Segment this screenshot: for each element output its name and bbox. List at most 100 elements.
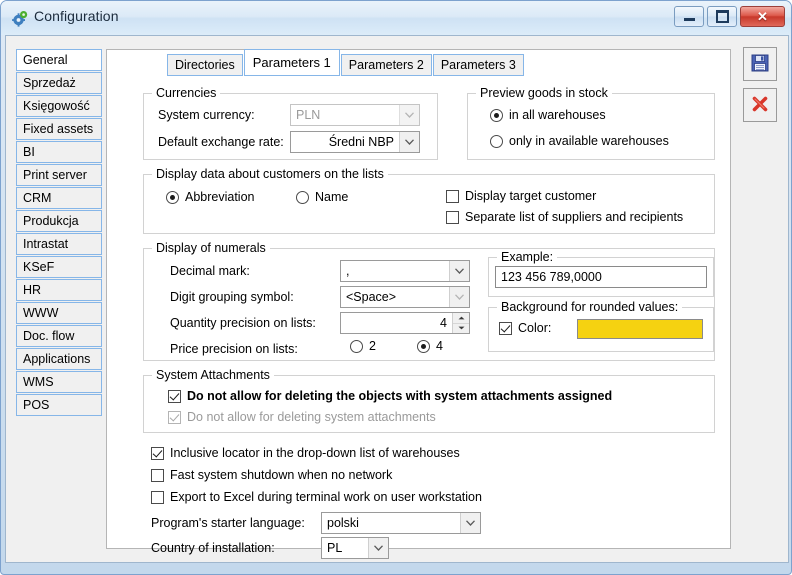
example-value: 123 456 789,0000	[495, 266, 707, 288]
checkbox-fast-shutdown[interactable]: Fast system shutdown when no network	[151, 468, 392, 482]
checkbox-display-target-customer[interactable]: Display target customer	[446, 189, 596, 203]
price-precision-label: Price precision on lists:	[170, 342, 298, 356]
decimal-mark-combo[interactable]: ,	[340, 260, 470, 282]
sidebar-item-www[interactable]: WWW	[16, 302, 102, 324]
radio-available-warehouses[interactable]: only in available warehouses	[490, 134, 669, 148]
tab-content-panel: Directories Parameters 1 Parameters 2 Pa…	[106, 48, 731, 559]
quantity-precision-stepper[interactable]: 4	[340, 312, 470, 334]
radio-icon	[350, 339, 363, 353]
close-button[interactable]: ✕	[740, 6, 785, 27]
checkbox-icon	[151, 468, 164, 482]
sidebar: General Sprzedaż Księgowość Fixed assets…	[16, 49, 102, 417]
sidebar-item-produkcja[interactable]: Produkcja	[16, 210, 102, 232]
system-attachments-legend: System Attachments	[152, 368, 274, 382]
chevron-down-icon	[368, 538, 388, 558]
stepper-down-icon[interactable]	[453, 323, 469, 333]
save-icon	[750, 53, 770, 76]
tab-directories[interactable]: Directories	[167, 54, 243, 76]
radio-price-precision-4-label: 4	[436, 339, 443, 353]
tab-parameters-3[interactable]: Parameters 3	[432, 54, 524, 76]
radio-icon	[490, 134, 503, 148]
sidebar-item-crm[interactable]: CRM	[16, 187, 102, 209]
preview-stock-group: Preview goods in stock in all warehouses…	[467, 86, 715, 160]
color-swatch[interactable]	[577, 319, 703, 339]
sidebar-item-ksef[interactable]: KSeF	[16, 256, 102, 278]
checkbox-separate-lists[interactable]: Separate list of suppliers and recipient…	[446, 210, 683, 224]
checkbox-icon	[168, 410, 181, 424]
sidebar-item-hr[interactable]: HR	[16, 279, 102, 301]
sidebar-item-ksiegowosc[interactable]: Księgowość	[16, 95, 102, 117]
country-combo[interactable]: PL	[321, 537, 389, 559]
sidebar-item-intrastat[interactable]: Intrastat	[16, 233, 102, 255]
close-icon: ✕	[757, 9, 768, 24]
customers-display-group: Display data about customers on the list…	[143, 167, 715, 234]
sidebar-item-wms[interactable]: WMS	[16, 371, 102, 393]
sidebar-item-print-server[interactable]: Print server	[16, 164, 102, 186]
digit-grouping-value: <Space>	[346, 290, 397, 304]
country-value: PL	[327, 541, 343, 555]
starter-language-combo[interactable]: polski	[321, 512, 481, 534]
system-attachments-group: System Attachments Do not allow for dele…	[143, 368, 715, 433]
default-rate-value: Średni NBP	[328, 135, 394, 149]
digit-grouping-combo[interactable]: <Space>	[340, 286, 470, 308]
decimal-mark-value: ,	[346, 264, 350, 278]
checkbox-no-delete-attachments: Do not allow for deleting system attachm…	[168, 410, 436, 424]
radio-price-precision-2-label: 2	[369, 339, 376, 353]
sidebar-item-fixed-assets[interactable]: Fixed assets	[16, 118, 102, 140]
tab-parameters-1[interactable]: Parameters 1	[243, 49, 340, 76]
rounded-background-legend: Background for rounded values:	[497, 300, 683, 314]
checkbox-inclusive-locator[interactable]: Inclusive locator in the drop-down list …	[151, 446, 460, 460]
system-currency-label: System currency:	[158, 108, 255, 122]
chevron-down-icon	[449, 287, 469, 307]
stepper-buttons[interactable]	[452, 313, 469, 333]
quantity-precision-label: Quantity precision on lists:	[170, 316, 316, 330]
configuration-window: Configuration ✕ General Sprzedaż Księgow…	[0, 0, 792, 575]
minimize-button[interactable]	[674, 6, 704, 27]
numerals-legend: Display of numerals	[152, 241, 270, 255]
client-area: General Sprzedaż Księgowość Fixed assets…	[5, 35, 789, 563]
sidebar-item-doc-flow[interactable]: Doc. flow	[16, 325, 102, 347]
cancel-button[interactable]	[743, 88, 777, 122]
tab-parameters-2[interactable]: Parameters 2	[340, 54, 432, 76]
chevron-down-icon	[399, 132, 419, 152]
cancel-icon	[750, 94, 770, 117]
radio-all-warehouses[interactable]: in all warehouses	[490, 108, 606, 122]
radio-abbreviation[interactable]: Abbreviation	[166, 190, 255, 204]
starter-language-value: polski	[327, 516, 359, 530]
currencies-group: Currencies System currency: PLN Default …	[143, 86, 438, 160]
checkbox-export-excel-label: Export to Excel during terminal work on …	[170, 490, 482, 504]
checkbox-icon	[446, 210, 459, 224]
restore-button[interactable]	[707, 6, 737, 27]
checkbox-export-excel[interactable]: Export to Excel during terminal work on …	[151, 490, 482, 504]
radio-price-precision-4[interactable]: 4	[417, 339, 443, 353]
window-title: Configuration	[34, 8, 119, 24]
country-label: Country of installation:	[151, 541, 275, 555]
minimize-icon	[683, 18, 695, 21]
checkbox-inclusive-locator-label: Inclusive locator in the drop-down list …	[170, 446, 460, 460]
sidebar-item-general[interactable]: General	[16, 49, 102, 71]
gear-icon	[11, 10, 29, 28]
system-currency-combo[interactable]: PLN	[290, 104, 420, 126]
radio-price-precision-2[interactable]: 2	[350, 339, 376, 353]
example-legend: Example:	[497, 250, 558, 264]
decimal-mark-label: Decimal mark:	[170, 264, 250, 278]
example-group: Example: 123 456 789,0000	[488, 250, 714, 297]
restore-icon	[715, 10, 729, 23]
radio-name[interactable]: Name	[296, 190, 348, 204]
default-rate-combo[interactable]: Średni NBP	[290, 131, 420, 153]
sidebar-item-sprzedaz[interactable]: Sprzedaż	[16, 72, 102, 94]
checkbox-no-delete-objects[interactable]: Do not allow for deleting the objects wi…	[168, 389, 612, 403]
sidebar-item-bi[interactable]: BI	[16, 141, 102, 163]
stepper-up-icon[interactable]	[453, 313, 469, 324]
digit-grouping-label: Digit grouping symbol:	[170, 290, 294, 304]
radio-icon	[490, 108, 503, 122]
tab-strip: Directories Parameters 1 Parameters 2 Pa…	[167, 48, 525, 76]
customers-display-legend: Display data about customers on the list…	[152, 167, 388, 181]
sidebar-item-applications[interactable]: Applications	[16, 348, 102, 370]
checkbox-rounded-color[interactable]: Color:	[499, 321, 551, 335]
checkbox-icon	[446, 189, 459, 203]
sidebar-item-pos[interactable]: POS	[16, 394, 102, 416]
save-button[interactable]	[743, 47, 777, 81]
preview-stock-legend: Preview goods in stock	[476, 86, 612, 100]
radio-icon	[296, 190, 309, 204]
